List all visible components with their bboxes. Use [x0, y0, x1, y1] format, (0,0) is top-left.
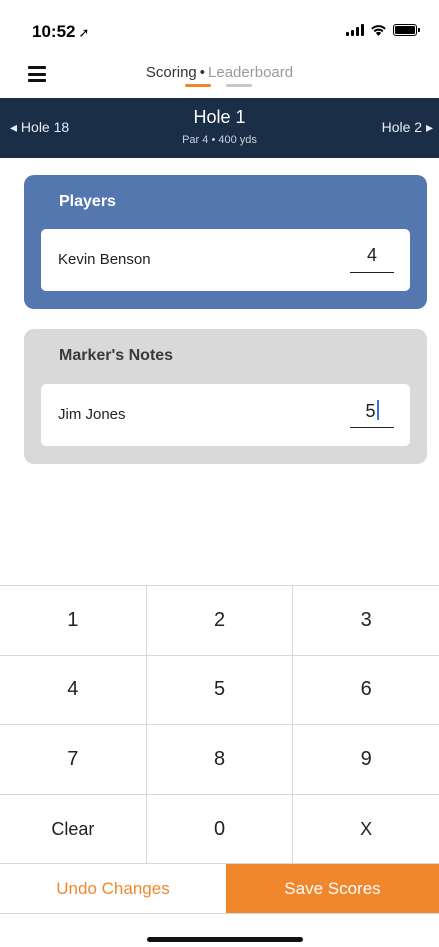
action-bar: Undo Changes Save Scores — [0, 863, 439, 914]
key-9[interactable]: 9 — [293, 725, 439, 794]
key-1[interactable]: 1 — [0, 586, 147, 655]
key-3[interactable]: 3 — [293, 586, 439, 655]
players-card: Players Kevin Benson 4 — [24, 175, 427, 309]
top-bar: Scoring • Leaderboard — [0, 54, 439, 98]
location-icon: ➚ — [78, 25, 90, 40]
key-6[interactable]: 6 — [293, 656, 439, 725]
key-2[interactable]: 2 — [147, 586, 294, 655]
keypad-row: 7 8 9 — [0, 725, 439, 795]
home-indicator[interactable] — [147, 937, 303, 942]
battery-icon — [393, 24, 420, 36]
key-0[interactable]: 0 — [147, 794, 294, 864]
status-bar: 10:52 ➚ — [0, 0, 439, 54]
tab-scoring[interactable]: Scoring — [146, 64, 197, 81]
tab-bar: Scoring • Leaderboard — [0, 64, 439, 81]
tab-separator: • — [199, 64, 206, 81]
keypad-row: 4 5 6 — [0, 655, 439, 725]
player-row[interactable]: Kevin Benson 4 — [41, 229, 410, 291]
tab-leaderboard[interactable]: Leaderboard — [208, 64, 293, 81]
player-score-input[interactable]: 4 — [350, 245, 394, 273]
marker-notes-card-title: Marker's Notes — [59, 347, 174, 364]
hole-subtitle: Par 4 • 400 yds — [182, 134, 257, 146]
status-time-text: 10:52 — [32, 22, 76, 41]
number-keypad: 1 2 3 4 5 6 7 8 9 Clear 0 X — [0, 585, 439, 865]
marker-score-input[interactable]: 5 — [350, 400, 394, 428]
cellular-signal-icon — [346, 24, 364, 36]
marker-row[interactable]: Jim Jones 5 — [41, 384, 410, 446]
key-5[interactable]: 5 — [147, 655, 294, 724]
status-icons — [346, 24, 420, 36]
players-card-title: Players — [59, 193, 116, 210]
hole-navigation-bar: ◂ Hole 18 Hole 1 Par 4 • 400 yds Hole 2 … — [0, 98, 439, 158]
keypad-row: Clear 0 X — [0, 794, 439, 865]
marker-score-value: 5 — [365, 401, 376, 421]
keypad-row: 1 2 3 — [0, 586, 439, 656]
key-4[interactable]: 4 — [0, 655, 147, 724]
key-8[interactable]: 8 — [147, 725, 294, 794]
marker-name: Jim Jones — [58, 406, 126, 423]
text-cursor — [376, 400, 379, 420]
undo-changes-button[interactable]: Undo Changes — [0, 864, 226, 913]
hole-title: Hole 1 — [193, 107, 246, 127]
key-clear[interactable]: Clear — [0, 794, 147, 864]
player-name: Kevin Benson — [58, 251, 151, 268]
wifi-icon — [371, 25, 386, 36]
next-hole-button[interactable]: Hole 2 ▸ — [382, 119, 433, 136]
player-score-value: 4 — [366, 245, 377, 265]
status-time: 10:52 ➚ — [32, 22, 89, 42]
save-scores-button[interactable]: Save Scores — [226, 864, 439, 913]
key-x[interactable]: X — [293, 795, 439, 865]
marker-notes-card: Marker's Notes Jim Jones 5 — [24, 329, 427, 464]
key-7[interactable]: 7 — [0, 725, 147, 794]
tab-leaderboard-indicator — [226, 84, 252, 87]
tab-scoring-indicator — [185, 84, 211, 87]
